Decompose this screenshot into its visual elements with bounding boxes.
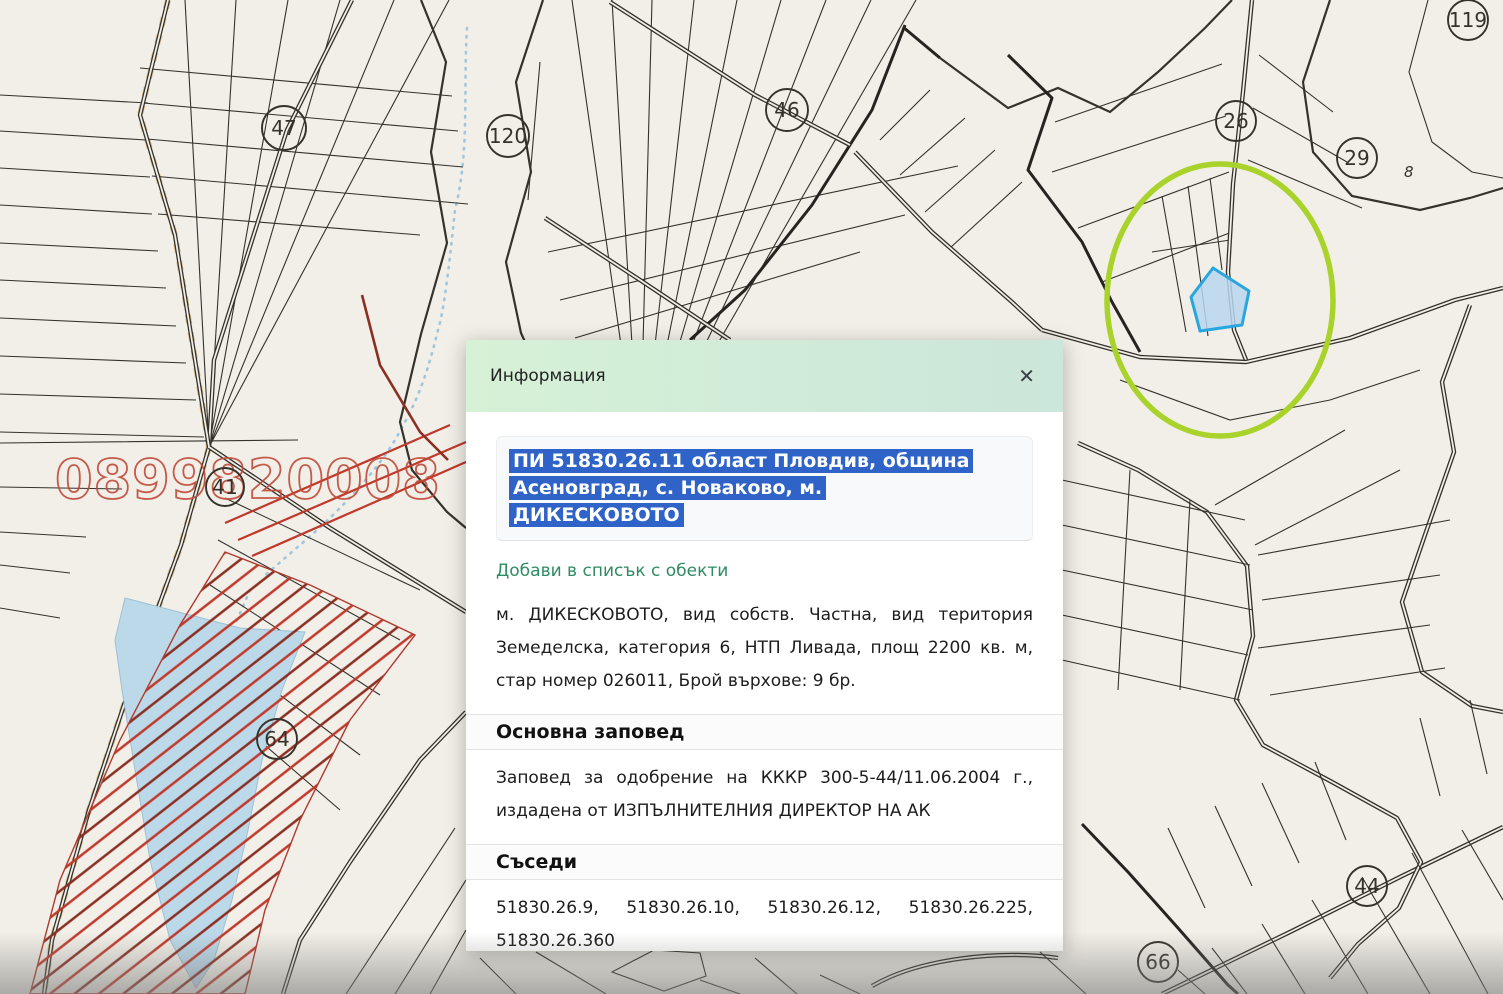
parcel-label-119: 119 [1448,0,1488,40]
parcel-title-box: ПИ 51830.26.11 област Пловдив, община Ас… [496,436,1033,541]
svg-text:44: 44 [1354,874,1379,898]
svg-text:119: 119 [1449,8,1487,32]
info-popup: Информация ✕ ПИ 51830.26.11 област Пловд… [466,340,1063,951]
parcel-description: м. ДИКЕСКОВОТО, вид собств. Частна, вид … [496,599,1033,698]
main-order-text: Заповед за одобрение на КККР 300-5-44/11… [496,762,1033,828]
add-to-list-link[interactable]: Добави в списък с обекти [496,561,728,581]
svg-text:46: 46 [774,98,799,122]
parcel-label-46: 46 [766,89,808,131]
parcel-label-29: 29 [1337,138,1377,178]
neighbors-text: 51830.26.9, 51830.26.10, 51830.26.12, 51… [496,892,1033,958]
svg-text:64: 64 [264,727,289,751]
svg-text:66: 66 [1145,950,1170,974]
parcel-title-highlight: ПИ 51830.26.11 област Пловдив, община Ас… [509,449,973,527]
section-neighbors: Съседи [466,844,1063,880]
popup-title: Информация [490,366,606,386]
app-window: 0899820008 47 120 46 119 26 29 41 64 44 66 8 Инфор… [0,0,1503,994]
svg-text:26: 26 [1223,109,1248,133]
close-icon[interactable]: ✕ [1014,364,1039,388]
small-map-label: 8 [1404,163,1414,181]
parcel-label-66: 66 [1138,942,1178,982]
popup-header: Информация ✕ [466,340,1063,412]
popup-body: ПИ 51830.26.11 област Пловдив, община Ас… [466,412,1063,958]
svg-text:41: 41 [212,475,237,499]
watermark-phone: 0899820008 [55,448,441,511]
section-main-order: Основна заповед [466,714,1063,750]
parcel-label-26: 26 [1216,101,1256,141]
svg-text:47: 47 [271,116,296,140]
parcel-label-120: 120 [487,115,529,157]
restricted-hatch-area [30,295,466,994]
svg-text:120: 120 [489,124,527,148]
svg-text:29: 29 [1344,146,1369,170]
